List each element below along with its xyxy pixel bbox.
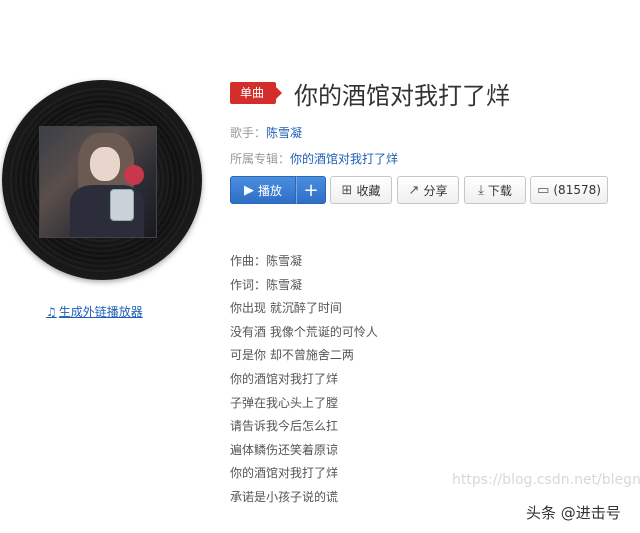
collect-button[interactable]: ⊞ 收藏 <box>330 176 392 204</box>
single-tag: 单曲 <box>230 82 283 104</box>
play-label: 播放 <box>257 183 282 198</box>
download-button[interactable]: ⤓ 下载 <box>464 176 526 204</box>
singer-label: 歌手： <box>230 126 267 140</box>
lyric-line: 子弹在我心头上了膛 <box>230 395 339 410</box>
album-link[interactable]: 你的酒馆对我打了烊 <box>290 152 398 166</box>
album-row: 所属专辑：你的酒馆对我打了烊 <box>230 150 398 167</box>
add-label: + <box>303 179 319 201</box>
singer-row: 歌手：陈雪凝 <box>230 124 302 141</box>
lyric-line: 你的酒馆对我打了烊 <box>230 466 339 481</box>
add-to-playlist-button[interactable]: + <box>296 176 326 204</box>
lyric-line: 作词：陈雪凝 <box>230 277 303 292</box>
play-button[interactable]: ▶ 播放 <box>230 176 296 204</box>
comment-count: (81578) <box>553 183 601 197</box>
lyric-line: 你出现 就沉醉了时间 <box>230 301 342 316</box>
collect-label: 收藏 <box>356 183 381 198</box>
generate-player-link-label: 生成外链播放器 <box>58 305 143 319</box>
lyric-line: 作曲：陈雪凝 <box>230 254 303 268</box>
lyric-line: 遍体鳞伤还笑着原谅 <box>230 442 339 457</box>
share-button[interactable]: ↗ 分享 <box>397 176 459 204</box>
generate-player-link[interactable]: ♫ 生成外链播放器 <box>46 303 143 320</box>
brand-watermark: 头条 @进击号 <box>524 502 623 523</box>
album-label: 所属专辑： <box>230 152 291 166</box>
lyric-line: 你的酒馆对我打了烊 <box>230 371 339 386</box>
play-circle-icon: ▶ <box>243 182 254 198</box>
lyric-line: 可是你 却不曾施舍二两 <box>230 348 354 363</box>
download-label: 下载 <box>487 183 512 198</box>
share-icon: ↗ <box>408 182 420 198</box>
song-title: 你的酒馆对我打了烊 <box>294 82 510 110</box>
comment-icon: ▭ <box>537 182 550 198</box>
download-icon: ⤓ <box>478 182 484 198</box>
lyric-line: 没有酒 我像个荒诞的可怜人 <box>230 324 378 339</box>
lyric-line: 承诺是小孩子说的谎 <box>230 489 339 504</box>
lyric-line: 请告诉我今后怎么扛 <box>230 419 339 434</box>
folder-add-icon: ⊞ <box>341 182 353 198</box>
album-disc <box>2 80 202 280</box>
lyrics-list: 作曲：陈雪凝 作词：陈雪凝 你出现 就沉醉了时间 没有酒 我像个荒诞的可怜人 可… <box>230 250 378 510</box>
comment-button[interactable]: ▭ (81578) <box>530 176 608 204</box>
album-cover <box>39 126 157 238</box>
share-label: 分享 <box>423 183 448 198</box>
music-note-icon: ♫ <box>46 305 57 319</box>
singer-link[interactable]: 陈雪凝 <box>266 126 302 140</box>
url-watermark: https://blog.csdn.net/blegn <box>452 472 640 488</box>
